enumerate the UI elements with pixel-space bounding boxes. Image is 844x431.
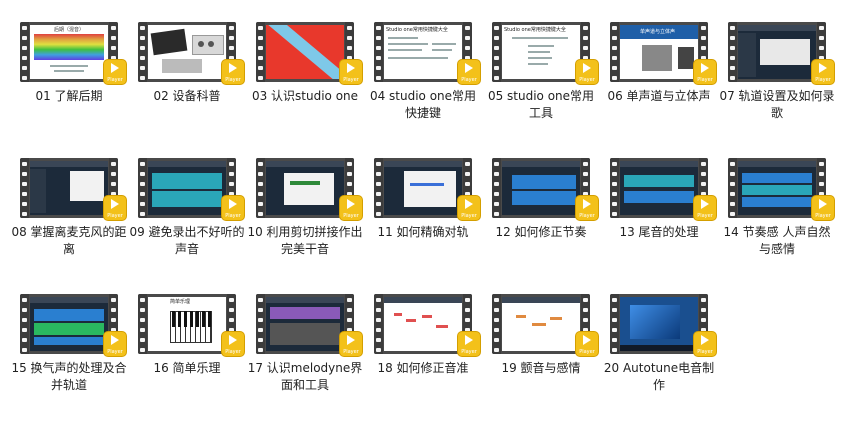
lesson-title[interactable]: 08 掌握离麦克风的距离 bbox=[10, 224, 128, 258]
lesson-title[interactable]: 11 如何精确对轨 bbox=[364, 224, 482, 241]
screen-preview bbox=[502, 161, 580, 215]
screen-preview: 单声道与立体声 bbox=[620, 25, 698, 79]
screen-title: 单声道与立体声 bbox=[640, 29, 676, 35]
screen-title: 简单乐理 bbox=[170, 299, 191, 305]
player-badge[interactable]: Player bbox=[458, 332, 480, 356]
player-badge[interactable]: Player bbox=[340, 196, 362, 220]
lesson-title[interactable]: 07 轨道设置及如何录歌 bbox=[718, 88, 836, 122]
lesson-title[interactable]: 13 尾音的处理 bbox=[600, 224, 718, 241]
player-badge[interactable]: Player bbox=[812, 196, 834, 220]
lesson-title[interactable]: 20 Autotune电音制作 bbox=[600, 360, 718, 394]
player-badge[interactable]: Player bbox=[340, 60, 362, 84]
screen-preview: 后期（混音） bbox=[30, 25, 108, 79]
screen-preview: Studio one常用快捷键大全 bbox=[502, 25, 580, 79]
player-badge[interactable]: Player bbox=[340, 332, 362, 356]
player-badge[interactable]: Player bbox=[222, 332, 244, 356]
lesson-title[interactable]: 06 单声道与立体声 bbox=[600, 88, 718, 105]
player-badge[interactable]: Player bbox=[104, 332, 126, 356]
player-badge[interactable]: Player bbox=[694, 332, 716, 356]
screen-preview bbox=[502, 297, 580, 351]
player-badge[interactable]: Player bbox=[104, 196, 126, 220]
player-badge[interactable]: Player bbox=[812, 60, 834, 84]
lesson-title[interactable]: 01 了解后期 bbox=[10, 88, 128, 105]
player-badge[interactable]: Player bbox=[458, 60, 480, 84]
lesson-title[interactable]: 18 如何修正音准 bbox=[364, 360, 482, 377]
lesson-title[interactable]: 19 颤音与感情 bbox=[482, 360, 600, 377]
screen-title: 后期（混音） bbox=[54, 27, 85, 33]
player-badge[interactable]: Player bbox=[104, 60, 126, 84]
screen-preview bbox=[266, 25, 344, 79]
screen-title: Studio one常用快捷键大全 bbox=[504, 27, 566, 33]
player-badge[interactable]: Player bbox=[222, 60, 244, 84]
player-badge[interactable]: Player bbox=[694, 60, 716, 84]
screen-preview bbox=[30, 161, 108, 215]
screen-preview bbox=[738, 25, 816, 79]
screen-preview bbox=[738, 161, 816, 215]
player-badge[interactable]: Player bbox=[576, 60, 598, 84]
lesson-title[interactable]: 02 设备科普 bbox=[128, 88, 246, 105]
player-badge[interactable]: Player bbox=[576, 196, 598, 220]
lesson-title[interactable]: 12 如何修正节奏 bbox=[482, 224, 600, 241]
player-badge[interactable]: Player bbox=[694, 196, 716, 220]
lesson-grid: 后期（混音） Player 01 了解后期 Player 02 设备科普 Pla… bbox=[0, 0, 844, 431]
player-badge[interactable]: Player bbox=[222, 196, 244, 220]
lesson-title[interactable]: 05 studio one常用工具 bbox=[482, 88, 600, 122]
lesson-title[interactable]: 17 认识melodyne界面和工具 bbox=[246, 360, 364, 394]
screen-preview bbox=[266, 161, 344, 215]
screen-preview bbox=[384, 297, 462, 351]
screen-preview: Studio one常用快捷键大全 bbox=[384, 25, 462, 79]
lesson-title[interactable]: 09 避免录出不好听的声音 bbox=[128, 224, 246, 258]
screen-title: Studio one常用快捷键大全 bbox=[386, 27, 448, 33]
lesson-title[interactable]: 16 简单乐理 bbox=[128, 360, 246, 377]
screen-preview bbox=[148, 25, 226, 79]
screen-preview bbox=[620, 161, 698, 215]
screen-preview: 简单乐理 bbox=[148, 297, 226, 351]
lesson-title[interactable]: 15 换气声的处理及合并轨道 bbox=[10, 360, 128, 394]
lesson-title[interactable]: 03 认识studio one bbox=[246, 88, 364, 105]
lesson-title[interactable]: 14 节奏感 人声自然与感情 bbox=[718, 224, 836, 258]
screen-preview bbox=[30, 297, 108, 351]
screen-preview bbox=[620, 297, 698, 351]
player-badge[interactable]: Player bbox=[576, 332, 598, 356]
screen-preview bbox=[266, 297, 344, 351]
lesson-title[interactable]: 10 利用剪切拼接作出完美干音 bbox=[246, 224, 364, 258]
player-badge[interactable]: Player bbox=[458, 196, 480, 220]
lesson-title[interactable]: 04 studio one常用快捷键 bbox=[364, 88, 482, 122]
screen-preview bbox=[384, 161, 462, 215]
screen-preview bbox=[148, 161, 226, 215]
